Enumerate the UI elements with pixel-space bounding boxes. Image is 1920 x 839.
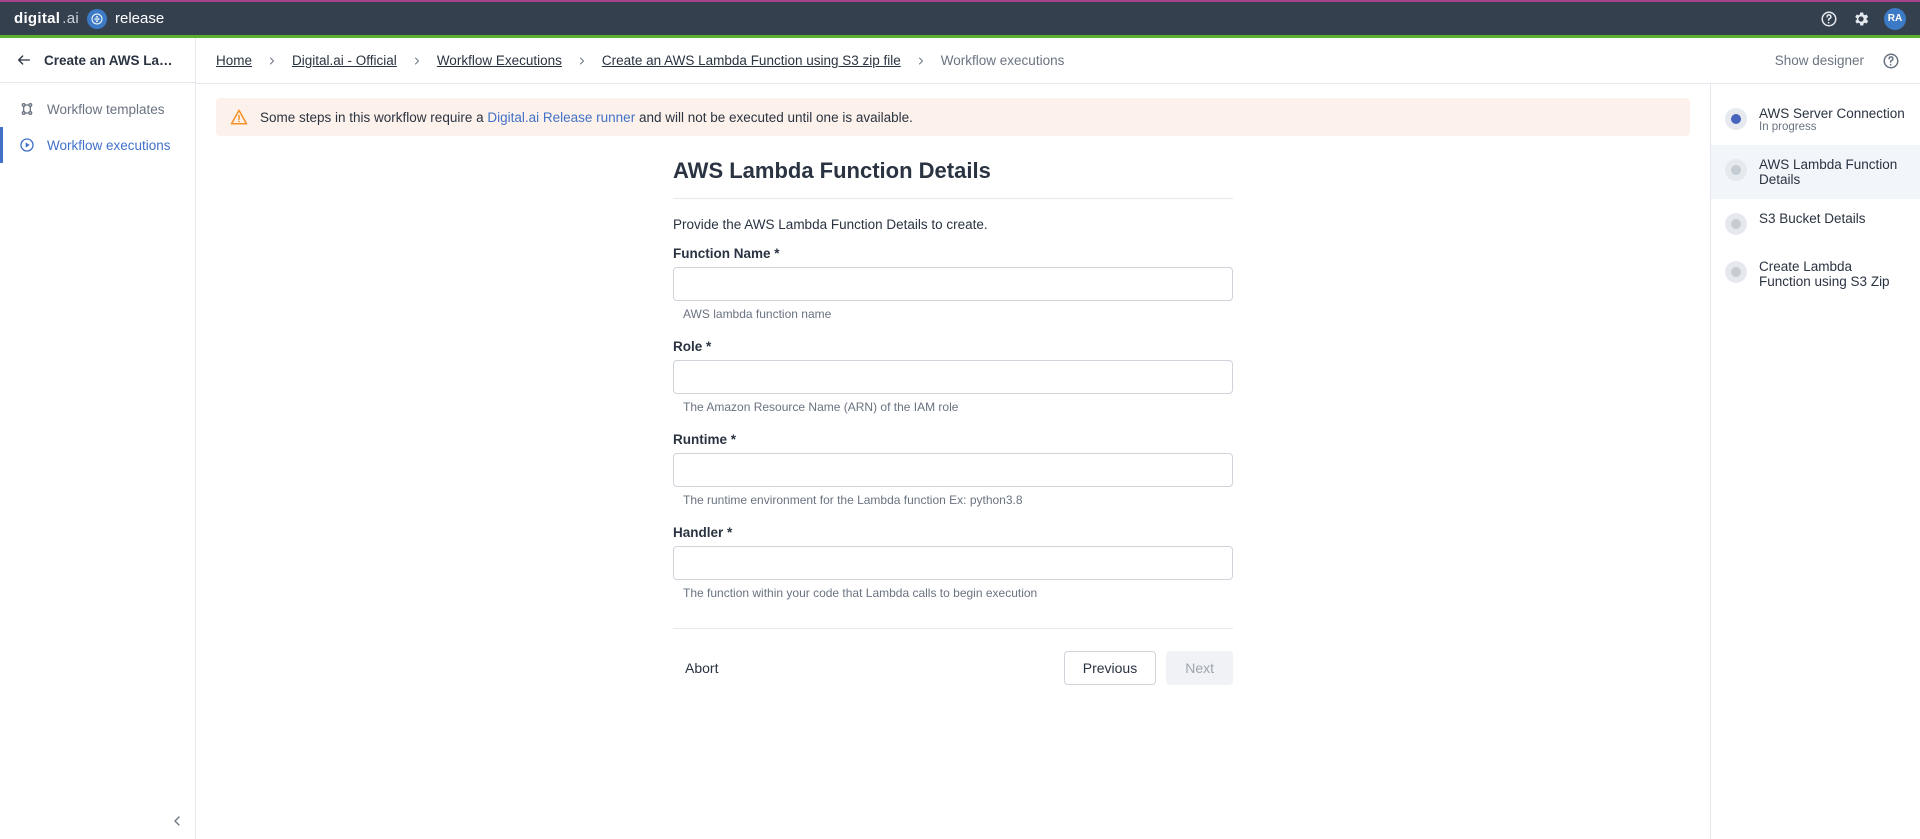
previous-button[interactable]: Previous [1064, 651, 1156, 685]
sidebar-title: Create an AWS Lambd... [44, 53, 179, 68]
sidebar: Create an AWS Lambd... Workflow template… [0, 38, 196, 839]
executions-icon [19, 137, 35, 153]
divider [673, 628, 1233, 629]
chevron-right-icon [576, 55, 588, 67]
brand-suffix: .ai [62, 10, 79, 27]
field-label: Role * [673, 339, 1233, 354]
step-lambda-function-details[interactable]: AWS Lambda Function Details [1711, 145, 1920, 199]
main: Home Digital.ai - Official Workflow Exec… [196, 38, 1920, 839]
chevron-right-icon [915, 55, 927, 67]
function-name-input[interactable] [673, 267, 1233, 301]
field-runtime: Runtime * The runtime environment for th… [673, 432, 1233, 507]
field-help: The runtime environment for the Lambda f… [673, 493, 1233, 507]
chevron-right-icon [411, 55, 423, 67]
field-label: Handler * [673, 525, 1233, 540]
warning-icon [230, 108, 248, 126]
runtime-input[interactable] [673, 453, 1233, 487]
back-icon[interactable] [16, 52, 32, 68]
field-function-name: Function Name * AWS lambda function name [673, 246, 1233, 321]
collapse-sidebar-icon[interactable] [169, 813, 185, 829]
templates-icon [19, 101, 35, 117]
field-help: The Amazon Resource Name (ARN) of the IA… [673, 400, 1233, 414]
product-name: release [115, 10, 164, 27]
next-button[interactable]: Next [1166, 651, 1233, 685]
warning-link[interactable]: Digital.ai Release runner [487, 110, 635, 125]
content-area: Some steps in this workflow require a Di… [196, 84, 1710, 839]
sidebar-item-label: Workflow templates [47, 102, 165, 117]
main-header: Home Digital.ai - Official Workflow Exec… [196, 38, 1920, 84]
warning-banner: Some steps in this workflow require a Di… [216, 98, 1690, 136]
breadcrumb: Home Digital.ai - Official Workflow Exec… [216, 53, 1064, 68]
header-help-icon[interactable] [1882, 52, 1900, 70]
steps-rail: AWS Server Connection In progress AWS La… [1710, 84, 1920, 839]
role-input[interactable] [673, 360, 1233, 394]
step-subtitle: In progress [1759, 121, 1905, 133]
breadcrumb-workflow[interactable]: Create an AWS Lambda Function using S3 z… [602, 53, 901, 68]
abort-button[interactable]: Abort [673, 652, 730, 684]
breadcrumb-executions[interactable]: Workflow Executions [437, 53, 562, 68]
form-actions: Abort Previous Next [673, 651, 1233, 685]
field-label: Function Name * [673, 246, 1233, 261]
header-right: Show designer [1775, 52, 1900, 70]
topbar-right: RA [1820, 8, 1906, 30]
step-s3-bucket-details[interactable]: S3 Bucket Details [1711, 199, 1920, 247]
topbar: digital.ai release RA [0, 0, 1920, 38]
form-title: AWS Lambda Function Details [673, 158, 1233, 184]
chevron-right-icon [266, 55, 278, 67]
step-title: AWS Lambda Function Details [1759, 157, 1906, 187]
divider [673, 198, 1233, 199]
show-designer-link[interactable]: Show designer [1775, 53, 1864, 68]
field-label: Runtime * [673, 432, 1233, 447]
step-title: AWS Server Connection [1759, 106, 1905, 121]
field-help: The function within your code that Lambd… [673, 586, 1233, 600]
sidebar-item-label: Workflow executions [47, 138, 171, 153]
step-title: Create Lambda Function using S3 Zip [1759, 259, 1906, 289]
warning-text: Some steps in this workflow require a Di… [260, 110, 913, 125]
field-role: Role * The Amazon Resource Name (ARN) of… [673, 339, 1233, 414]
step-aws-server-connection[interactable]: AWS Server Connection In progress [1711, 94, 1920, 145]
breadcrumb-org[interactable]: Digital.ai - Official [292, 53, 397, 68]
help-icon[interactable] [1820, 10, 1838, 28]
avatar[interactable]: RA [1884, 8, 1906, 30]
form: AWS Lambda Function Details Provide the … [673, 158, 1233, 685]
warning-prefix: Some steps in this workflow require a [260, 110, 487, 125]
step-status-icon [1725, 213, 1747, 235]
sidebar-item-workflow-templates[interactable]: Workflow templates [0, 91, 195, 127]
form-description: Provide the AWS Lambda Function Details … [673, 217, 1233, 232]
sidebar-header: Create an AWS Lambd... [0, 38, 195, 83]
field-handler: Handler * The function within your code … [673, 525, 1233, 600]
warning-suffix: and will not be executed until one is av… [635, 110, 913, 125]
brand: digital.ai release [14, 9, 164, 29]
field-help: AWS lambda function name [673, 307, 1233, 321]
brand-text: digital.ai [14, 10, 79, 27]
sidebar-item-workflow-executions[interactable]: Workflow executions [0, 127, 195, 163]
step-title: S3 Bucket Details [1759, 211, 1866, 226]
breadcrumb-home[interactable]: Home [216, 53, 252, 68]
breadcrumb-current: Workflow executions [941, 53, 1065, 68]
step-create-lambda-s3-zip[interactable]: Create Lambda Function using S3 Zip [1711, 247, 1920, 301]
step-status-icon [1725, 108, 1747, 130]
gear-icon[interactable] [1852, 10, 1870, 28]
brand-primary: digital [14, 10, 60, 27]
step-status-icon [1725, 261, 1747, 283]
step-status-icon [1725, 159, 1747, 181]
brand-logo-icon [87, 9, 107, 29]
handler-input[interactable] [673, 546, 1233, 580]
